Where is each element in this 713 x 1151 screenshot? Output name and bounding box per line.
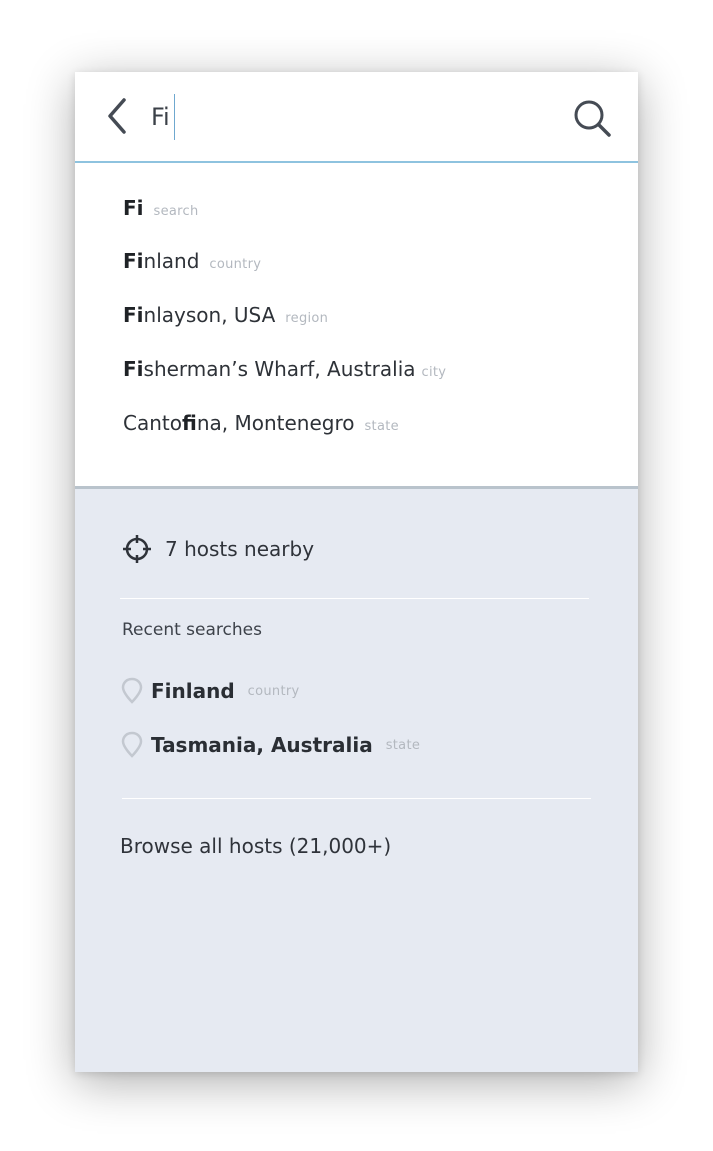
suggestion-item[interactable]: Finlayson, USA region xyxy=(123,300,328,330)
search-screen: Fi Fi search Finland country Finlayson, US… xyxy=(75,72,638,1072)
suggestion-list: Fi search Finland country Finlayson, USA re… xyxy=(75,163,638,489)
search-query: Fi xyxy=(151,103,170,131)
location-pin-icon xyxy=(121,731,143,758)
suggestion-name: Fi xyxy=(123,196,144,220)
suggestion-type: country xyxy=(209,257,262,272)
back-button[interactable] xyxy=(103,96,133,136)
recent-search-name: Finland xyxy=(151,679,235,703)
nearby-hosts-label: 7 hosts nearby xyxy=(165,537,315,561)
browse-all-hosts-link[interactable]: Browse all hosts (21,000+) xyxy=(120,834,391,858)
suggestion-item[interactable]: Finland country xyxy=(123,246,261,276)
search-input[interactable]: Fi xyxy=(151,94,176,140)
search-button[interactable] xyxy=(572,98,614,140)
crosshair-icon xyxy=(123,535,151,563)
suggestion-name: Finland xyxy=(123,249,200,273)
text-caret xyxy=(173,94,176,140)
recent-search-item[interactable]: Finland country xyxy=(121,676,300,706)
suggestion-type: state xyxy=(364,419,399,434)
suggestion-item[interactable]: Fisherman’s Wharf, Australia city xyxy=(123,354,446,384)
chevron-left-icon xyxy=(108,98,126,134)
recent-search-type: state xyxy=(385,737,421,753)
search-icon xyxy=(574,100,611,137)
suggestion-name: Cantofina, Montenegro xyxy=(123,411,355,435)
suggestion-item[interactable]: Fi search xyxy=(123,193,199,223)
suggestion-type: region xyxy=(285,311,329,326)
divider xyxy=(122,798,591,799)
suggestion-name: Fisherman’s Wharf, Australia xyxy=(123,357,416,381)
recent-search-name: Tasmania, Australia xyxy=(151,733,373,757)
divider xyxy=(120,598,589,599)
location-pin-icon xyxy=(121,677,143,704)
suggestion-type: search xyxy=(153,204,199,219)
recent-search-type: country xyxy=(247,683,300,699)
suggestion-type: city xyxy=(421,365,447,380)
search-bar: Fi xyxy=(75,72,638,163)
nearby-hosts-button[interactable]: 7 hosts nearby xyxy=(121,532,314,566)
suggestion-name: Finlayson, USA xyxy=(123,303,276,327)
suggestion-item[interactable]: Cantofina, Montenegro state xyxy=(123,408,399,438)
recent-search-item[interactable]: Tasmania, Australia state xyxy=(121,730,420,760)
recent-searches-heading: Recent searches xyxy=(122,620,262,640)
